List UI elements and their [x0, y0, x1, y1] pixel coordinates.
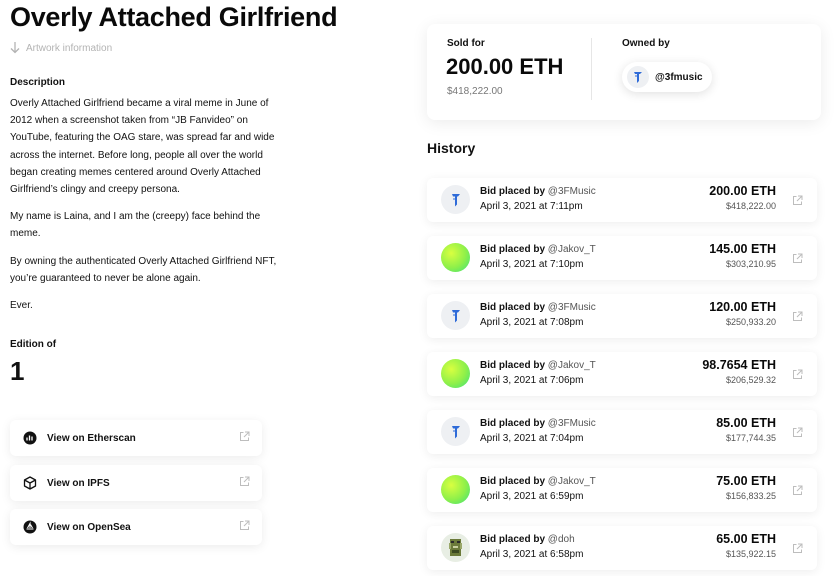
edition-label: Edition of: [10, 339, 57, 350]
bid-date: April 3, 2021 at 6:58pm: [480, 549, 584, 560]
history-row[interactable]: Bid placed by @doh April 3, 2021 at 6:58p…: [427, 526, 817, 570]
bidder-avatar: [441, 475, 470, 504]
bid-prefix: Bid placed by: [480, 302, 546, 313]
cube-icon: [23, 476, 37, 490]
bid-date: April 3, 2021 at 7:06pm: [480, 375, 584, 386]
external-link-icon: [239, 429, 250, 447]
bid-date: April 3, 2021 at 6:59pm: [480, 491, 584, 502]
external-link-icon[interactable]: [792, 193, 803, 211]
history-row[interactable]: Bid placed by @Jakov_T April 3, 2021 at 7…: [427, 352, 817, 396]
artwork-info-link[interactable]: Artwork information: [10, 42, 112, 54]
sold-for-label: Sold for: [447, 38, 485, 49]
bid-date: April 3, 2021 at 7:10pm: [480, 259, 584, 270]
bid-date: April 3, 2021 at 7:11pm: [480, 201, 583, 212]
artwork-title: Overly Attached Girlfriend: [10, 2, 338, 32]
bid-prefix: Bid placed by: [480, 476, 546, 487]
bid-amount-usd: $156,833.25: [725, 491, 776, 501]
view-on-ipfs-button[interactable]: View on IPFS: [10, 465, 262, 501]
description-paragraph: My name is Laina, and I am the (creepy) …: [10, 211, 261, 240]
etherscan-icon: [23, 431, 37, 445]
external-link-icon: [239, 518, 250, 536]
bid-amount-eth: 65.00 ETH: [716, 532, 776, 546]
bid-prefix: Bid placed by: [480, 534, 546, 545]
bidder-handle[interactable]: @Jakov_T: [548, 360, 596, 371]
bid-amount-usd: $177,744.35: [725, 433, 776, 443]
edition-value: 1: [10, 356, 25, 386]
bid-date: April 3, 2021 at 7:08pm: [480, 317, 584, 328]
bid-amount-usd: $250,933.20: [725, 317, 776, 327]
owner-handle: @3fmusic: [655, 71, 703, 83]
owned-by-label: Owned by: [622, 38, 670, 49]
bidder-handle[interactable]: @3FMusic: [548, 186, 596, 197]
bidder-handle[interactable]: @Jakov_T: [548, 476, 596, 487]
external-link-icon: [239, 474, 250, 492]
bid-description: Bid placed by @3FMusic: [480, 302, 596, 313]
bidder-avatar: [441, 359, 470, 388]
bidder-handle[interactable]: @3FMusic: [548, 418, 596, 429]
history-row[interactable]: Bid placed by @3FMusic April 3, 2021 at 7…: [427, 294, 817, 338]
bid-date: April 3, 2021 at 7:04pm: [480, 433, 584, 444]
bidder-avatar: [441, 301, 470, 330]
bidder-handle[interactable]: @doh: [548, 534, 575, 545]
owner-profile-link[interactable]: @3fmusic: [622, 62, 712, 92]
external-link-icon[interactable]: [792, 541, 803, 559]
external-link-icon[interactable]: [792, 425, 803, 443]
bid-amount-eth: 145.00 ETH: [709, 242, 776, 256]
description-heading: Description: [10, 77, 66, 88]
bid-description: Bid placed by @Jakov_T: [480, 244, 596, 255]
bid-amount-usd: $206,529.32: [725, 375, 776, 385]
sale-summary-card: Sold for 200.00 ETH $418,222.00 Owned by…: [427, 24, 821, 120]
history-row[interactable]: Bid placed by @3FMusic April 3, 2021 at 7…: [427, 178, 817, 222]
bidder-handle[interactable]: @3FMusic: [548, 302, 596, 313]
bid-prefix: Bid placed by: [480, 186, 546, 197]
opensea-label: View on OpenSea: [47, 521, 131, 533]
bid-amount-eth: 75.00 ETH: [716, 474, 776, 488]
external-link-icon[interactable]: [792, 251, 803, 269]
view-on-etherscan-button[interactable]: View on Etherscan: [10, 420, 262, 456]
bidder-avatar: [441, 533, 470, 562]
etherscan-label: View on Etherscan: [47, 432, 136, 444]
bidder-handle[interactable]: @Jakov_T: [548, 244, 596, 255]
bid-amount-eth: 120.00 ETH: [709, 300, 776, 314]
bid-amount-eth: 98.7654 ETH: [702, 358, 776, 372]
bid-amount-usd: $135,922.15: [725, 549, 776, 559]
description-text: Overly Attached Girlfriend became a vira…: [10, 95, 282, 324]
description-paragraph: Ever.: [10, 300, 33, 312]
artwork-info-label: Artwork information: [26, 42, 113, 54]
bid-description: Bid placed by @3FMusic: [480, 418, 596, 429]
external-link-icon[interactable]: [792, 309, 803, 327]
bid-amount-eth: 200.00 ETH: [709, 184, 776, 198]
history-row[interactable]: Bid placed by @Jakov_T April 3, 2021 at 7…: [427, 236, 817, 280]
description-paragraph: By owning the authenticated Overly Attac…: [10, 255, 277, 284]
description-paragraph: Overly Attached Girlfriend became a vira…: [10, 98, 275, 196]
bid-amount-eth: 85.00 ETH: [716, 416, 776, 430]
bid-prefix: Bid placed by: [480, 418, 546, 429]
bid-description: Bid placed by @doh: [480, 534, 575, 545]
opensea-icon: [23, 520, 37, 534]
owner-avatar: [627, 66, 649, 88]
external-link-icon[interactable]: [792, 367, 803, 385]
bidder-avatar: [441, 185, 470, 214]
bid-amount-usd: $303,210.95: [725, 259, 776, 269]
view-on-opensea-button[interactable]: View on OpenSea: [10, 509, 262, 545]
arrow-down-icon: [10, 42, 20, 54]
history-title: History: [427, 140, 476, 156]
sold-price-usd: $418,222.00: [447, 86, 503, 97]
divider: [591, 38, 592, 100]
external-link-icon[interactable]: [792, 483, 803, 501]
bid-description: Bid placed by @Jakov_T: [480, 360, 596, 371]
bid-description: Bid placed by @3FMusic: [480, 186, 596, 197]
bid-amount-usd: $418,222.00: [725, 201, 776, 211]
ipfs-label: View on IPFS: [47, 477, 110, 489]
history-row[interactable]: Bid placed by @Jakov_T April 3, 2021 at 6…: [427, 468, 817, 512]
sold-price-eth: 200.00 ETH: [446, 54, 564, 79]
bid-description: Bid placed by @Jakov_T: [480, 476, 596, 487]
bid-prefix: Bid placed by: [480, 244, 546, 255]
bid-prefix: Bid placed by: [480, 360, 546, 371]
bidder-avatar: [441, 243, 470, 272]
history-row[interactable]: Bid placed by @3FMusic April 3, 2021 at 7…: [427, 410, 817, 454]
bidder-avatar: [441, 417, 470, 446]
